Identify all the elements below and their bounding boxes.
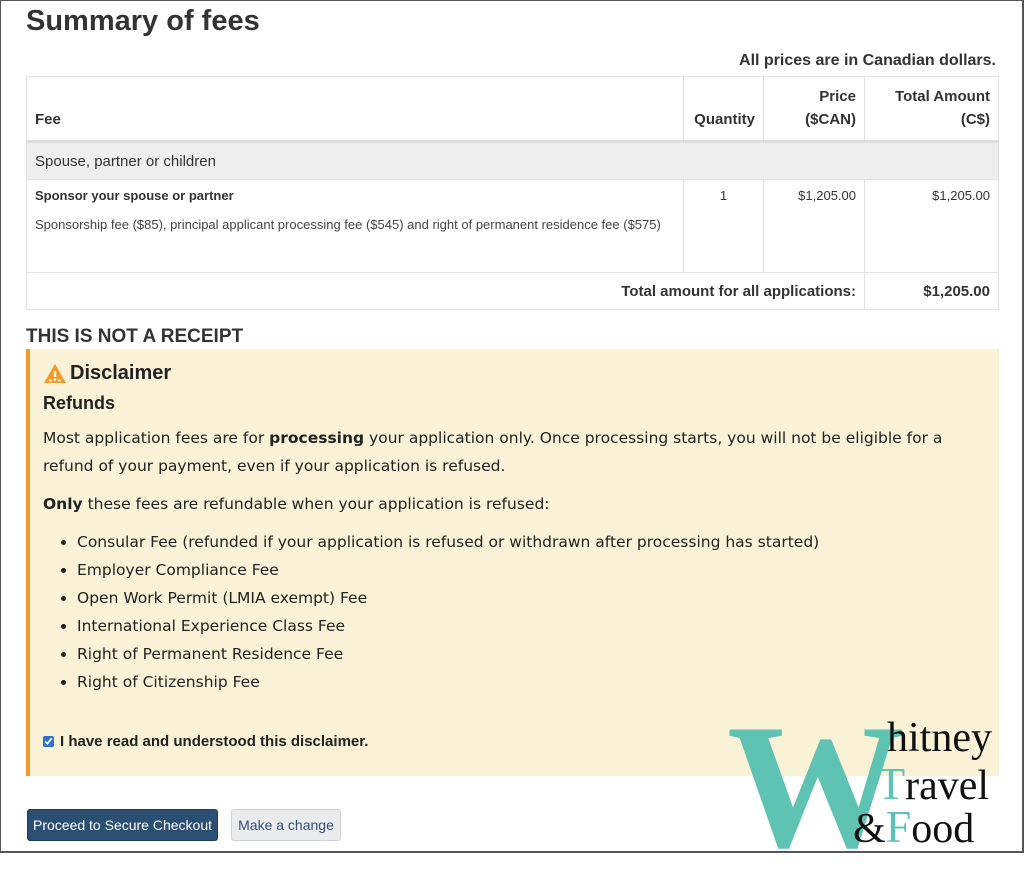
proceed-to-checkout-button[interactable]: Proceed to Secure Checkout (27, 809, 218, 841)
price-cell: $1,205.00 (763, 179, 865, 273)
list-item: Open Work Permit (LMIA exempt) Fee (77, 584, 985, 612)
logo-ampersand: & (853, 806, 886, 852)
list-item: Consular Fee (refunded if your applicati… (77, 528, 985, 556)
logo-line-3: &Food (853, 801, 975, 852)
header-total-line2: (C$) (960, 111, 990, 128)
table-header-row: Fee Quantity Price ($CAN) Total Amount (… (26, 76, 999, 143)
acknowledge-control[interactable]: I have read and understood this disclaim… (43, 733, 368, 750)
fee-description: Sponsorship fee ($85), principal applica… (35, 217, 661, 232)
table-group-row: Spouse, partner or children (26, 141, 999, 180)
header-price-line1: Price (819, 88, 856, 105)
list-item: International Experience Class Fee (77, 612, 985, 640)
list-item: Right of Permanent Residence Fee (77, 640, 985, 668)
logo-line-3-rest: ood (911, 806, 975, 852)
refundable-fees-list: Consular Fee (refunded if your applicati… (43, 528, 985, 696)
acknowledge-label: I have read and understood this disclaim… (60, 733, 369, 750)
header-price-line2: ($CAN) (805, 111, 856, 128)
header-price: Price ($CAN) (763, 76, 865, 143)
logo-initial-f: F (885, 801, 912, 852)
header-quantity: Quantity (683, 76, 764, 143)
make-a-change-button[interactable]: Make a change (231, 809, 341, 841)
page-title: Summary of fees (26, 5, 260, 37)
total-row: Total amount for all applications: $1,20… (26, 272, 999, 310)
table-row: Sponsor your spouse or partner Sponsorsh… (26, 179, 999, 273)
para2-emphasis: Only (43, 495, 83, 513)
warning-triangle-icon (43, 363, 67, 384)
refunds-heading: Refunds (43, 393, 115, 413)
list-item: Employer Compliance Fee (77, 556, 985, 584)
fee-title: Sponsor your spouse or partner (35, 188, 234, 203)
disclaimer-title: Disclaimer (70, 361, 172, 384)
header-fee: Fee (26, 76, 684, 143)
quantity-cell: 1 (683, 179, 764, 273)
para1-text: Most application fees are for (43, 429, 270, 447)
watermark-logo: W hitney Travel &Food (727, 697, 1017, 875)
header-total: Total Amount (C$) (864, 76, 999, 143)
refund-paragraph: Most application fees are for processing… (43, 424, 985, 480)
header-total-line1: Total Amount (895, 88, 990, 105)
fees-table: Fee Quantity Price ($CAN) Total Amount (… (26, 76, 999, 310)
total-label: Total amount for all applications: (26, 272, 865, 310)
logo-line-2-rest: ravel (905, 763, 990, 809)
disclaimer-header: Disclaimer (43, 359, 985, 387)
total-cell: $1,205.00 (864, 179, 999, 273)
refundable-intro: Only these fees are refundable when your… (43, 490, 985, 518)
not-receipt-notice: THIS IS NOT A RECEIPT (26, 326, 244, 347)
fee-cell: Sponsor your spouse or partner Sponsorsh… (26, 179, 684, 273)
logo-line-1: hitney (887, 715, 992, 761)
para1-emphasis: processing (269, 429, 365, 447)
total-value: $1,205.00 (864, 272, 999, 310)
para2-text: these fees are refundable when your appl… (82, 495, 550, 513)
group-label: Spouse, partner or children (26, 141, 999, 180)
currency-note: All prices are in Canadian dollars. (739, 52, 996, 69)
acknowledge-checkbox[interactable] (43, 736, 54, 747)
